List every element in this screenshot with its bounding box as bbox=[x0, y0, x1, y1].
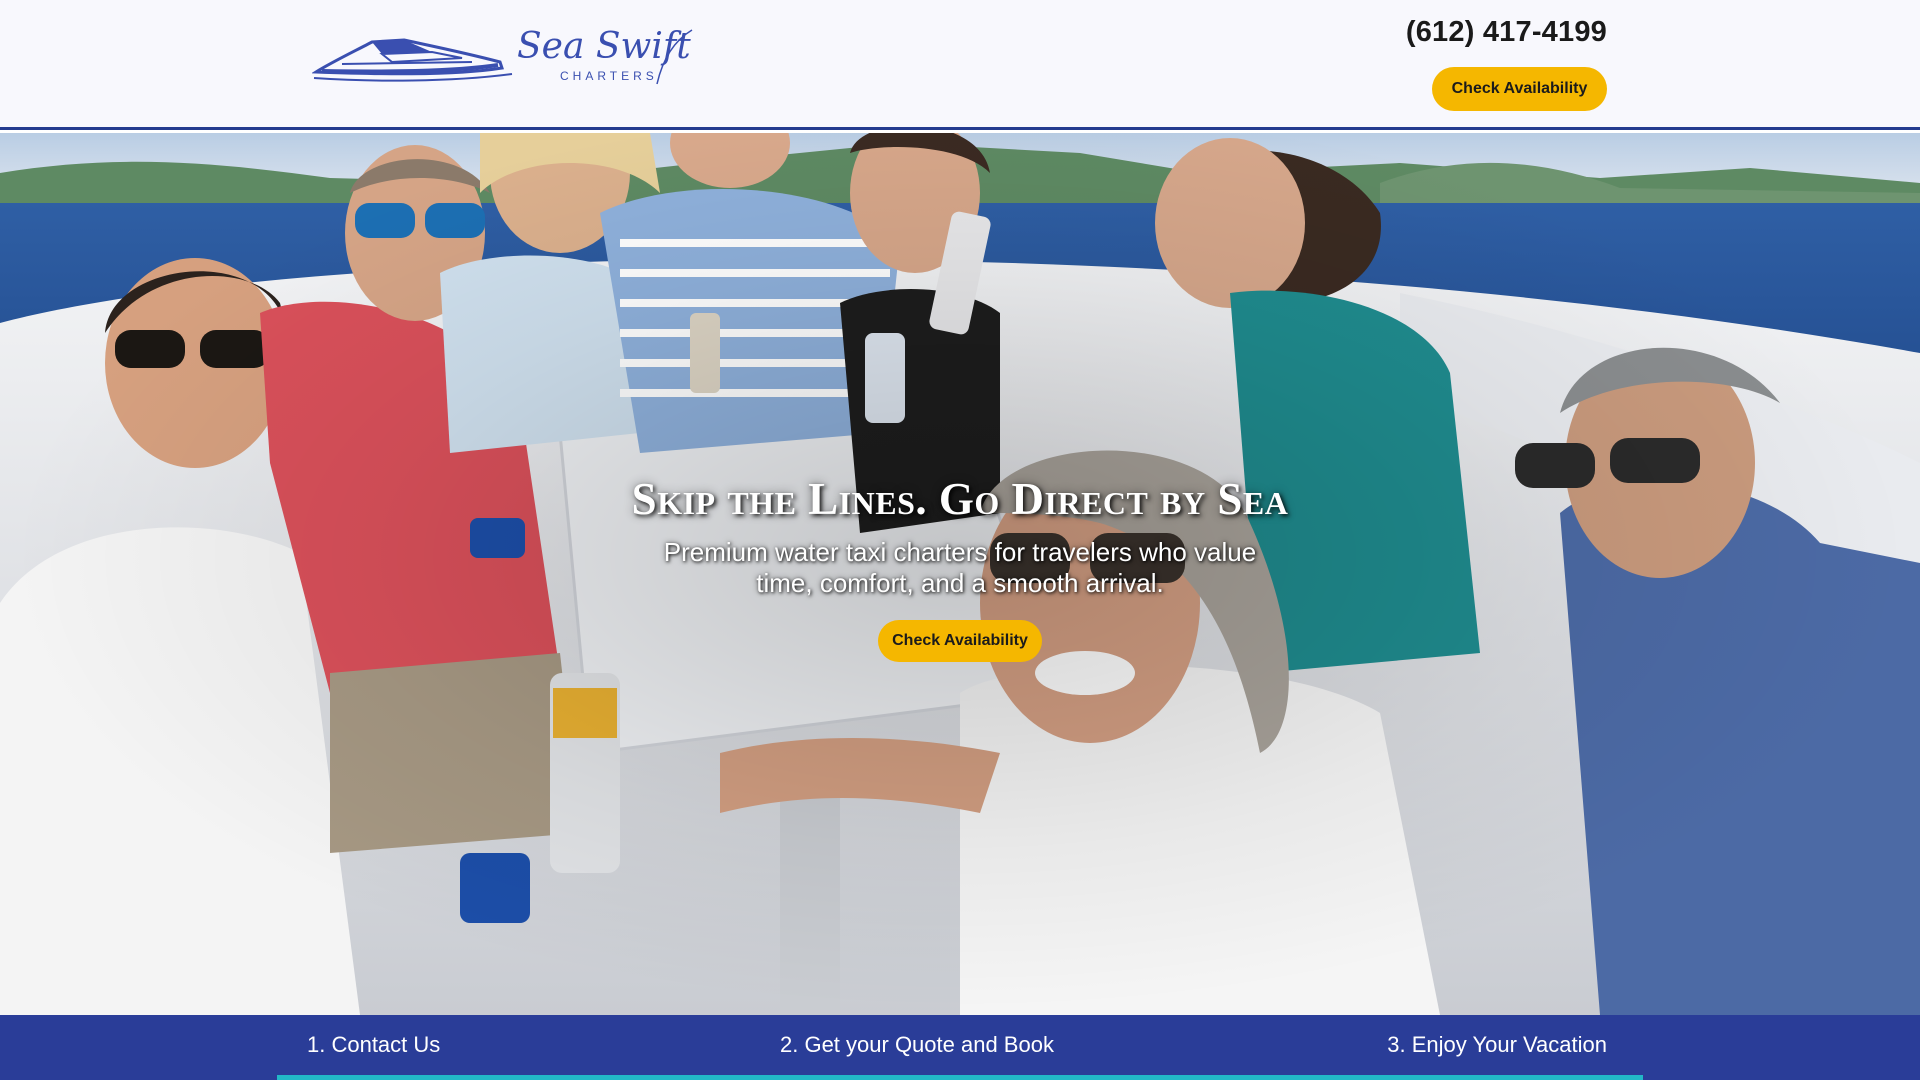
header-check-availability-button[interactable]: Check Availability bbox=[1432, 67, 1607, 111]
steps-accent-bar bbox=[277, 1075, 1643, 1080]
steps-bar: 1. Contact Us 2. Get your Quote and Book… bbox=[0, 1015, 1920, 1080]
hero-section: Skip the Lines. Go Direct by Sea Premium… bbox=[0, 133, 1920, 1015]
speedboat-icon: Sea Swift CHARTERS bbox=[312, 26, 693, 85]
logo-sub-text: CHARTERS bbox=[560, 69, 658, 83]
step-get-quote-and-book: 2. Get your Quote and Book bbox=[780, 1032, 1054, 1057]
step-enjoy-vacation: 3. Enjoy Your Vacation bbox=[1387, 1032, 1607, 1057]
phone-number[interactable]: (612) 417-4199 bbox=[1406, 16, 1607, 49]
hero-subtitle: Premium water taxi charters for traveler… bbox=[663, 537, 1257, 598]
hero-check-availability-button[interactable]: Check Availability bbox=[878, 620, 1042, 662]
site-logo[interactable]: Sea Swift CHARTERS bbox=[312, 22, 716, 88]
step-contact-us: 1. Contact Us bbox=[307, 1032, 441, 1057]
hero-title: Skip the Lines. Go Direct by Sea bbox=[631, 474, 1289, 524]
site-header: Sea Swift CHARTERS (612) 417-4199 Check … bbox=[0, 0, 1920, 130]
